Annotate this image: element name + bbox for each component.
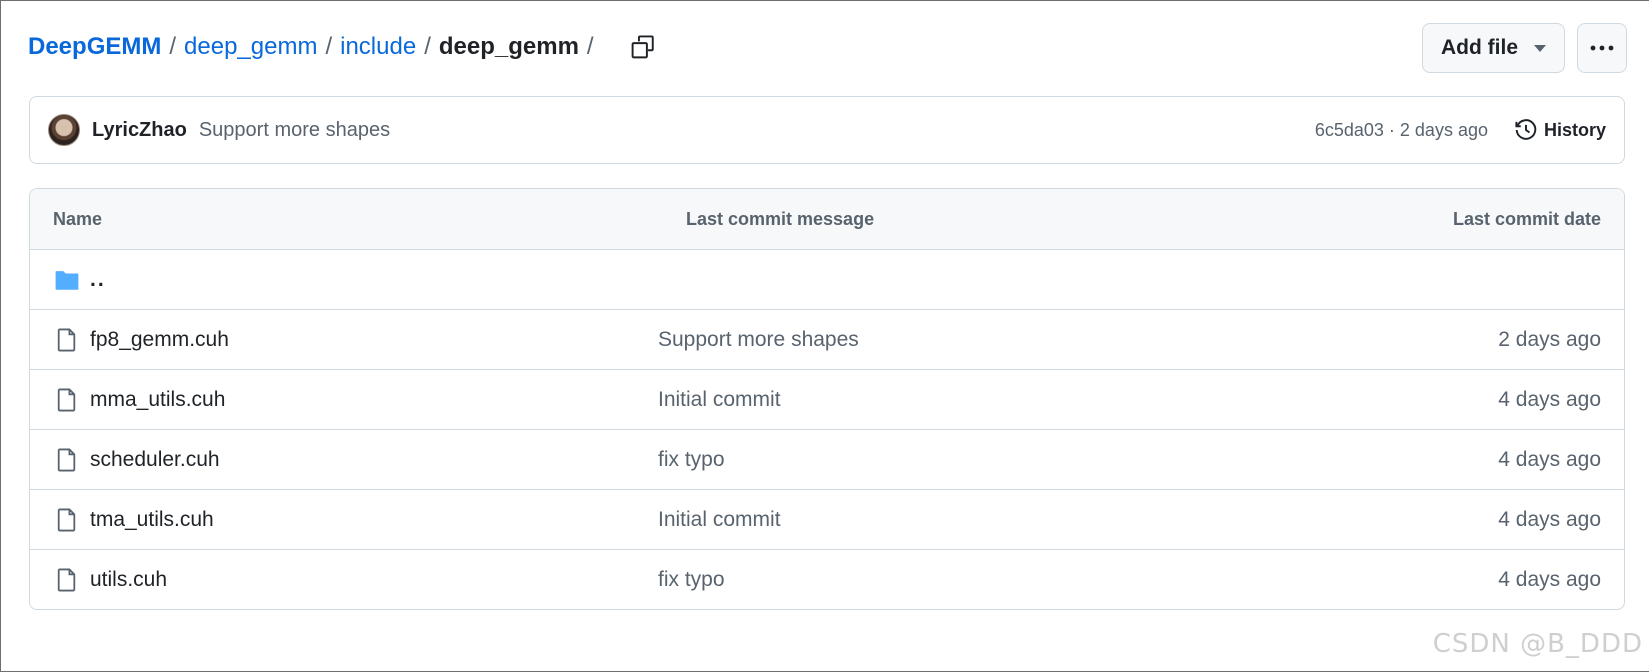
avatar[interactable] [48,114,80,146]
commit-date: 4 days ago [1498,568,1601,591]
file-name-link[interactable]: fp8_gemm.cuh [90,328,229,352]
copy-path-button[interactable] [626,30,660,64]
commit-message-link[interactable]: Initial commit [658,388,781,412]
file-table: Name Last commit message Last commit dat… [29,188,1625,610]
breadcrumb-current: deep_gemm [438,33,579,60]
commit-meta: 6c5da03 · 2 days ago History [1315,118,1606,142]
folder-icon [55,271,79,290]
commit-message-link[interactable]: fix typo [658,448,725,472]
chevron-down-icon [1534,45,1546,52]
history-label: History [1543,119,1606,140]
history-button[interactable]: History [1514,118,1606,142]
table-row[interactable]: scheduler.cuh fix typo 4 days ago [30,430,1624,490]
table-row[interactable]: tma_utils.cuh Initial commit 4 days ago [30,490,1624,550]
commit-message-link[interactable]: fix typo [658,568,725,592]
file-icon [57,448,76,472]
table-row[interactable]: mma_utils.cuh Initial commit 4 days ago [30,370,1624,430]
file-icon [57,328,76,352]
file-name-link[interactable]: utils.cuh [90,568,167,592]
file-name-link[interactable]: tma_utils.cuh [90,508,214,532]
commit-date: 4 days ago [1498,387,1601,411]
latest-commit-bar: LyricZhao Support more shapes 6c5da03 · … [29,96,1625,164]
parent-directory-row[interactable]: .. [30,250,1624,310]
commit-date: 4 days ago [1498,507,1601,531]
commit-date: 2 days ago [1498,327,1601,351]
add-file-button[interactable]: Add file [1422,23,1565,73]
file-icon [57,568,76,592]
table-row[interactable]: fp8_gemm.cuh Support more shapes 2 days … [30,310,1624,370]
history-icon [1515,119,1537,140]
commit-message-link[interactable]: Support more shapes [658,328,859,352]
table-row[interactable]: utils.cuh fix typo 4 days ago [30,550,1624,609]
breadcrumb-separator: / [325,33,333,60]
breadcrumb-deep-gemm-link[interactable]: deep_gemm [184,33,317,61]
commit-meta-separator: · [1383,119,1400,140]
commit-message-link[interactable]: Support more shapes [199,119,390,142]
file-icon [57,388,76,412]
breadcrumb-separator: / [586,33,594,60]
commit-author-link[interactable]: LyricZhao [92,119,187,142]
breadcrumb-separator: / [424,33,431,60]
copy-icon [631,35,654,59]
more-options-button[interactable] [1577,23,1627,73]
column-header-name: Name [53,208,103,229]
page-frame: DeepGEMM / deep_gemm / include / deep_ge… [0,0,1649,672]
kebab-horizontal-icon [1590,45,1614,51]
breadcrumb-include-link[interactable]: include [340,33,416,61]
file-name-link[interactable]: scheduler.cuh [90,448,220,472]
file-name-link[interactable]: mma_utils.cuh [90,388,225,412]
commit-date: 4 days ago [1498,447,1601,471]
commit-time: 2 days ago [1399,119,1488,140]
add-file-label: Add file [1441,36,1518,59]
breadcrumb-separator: / [169,33,177,60]
file-icon [57,508,76,532]
watermark: CSDN @B_DDD [1432,629,1643,659]
parent-directory-link[interactable]: .. [90,268,106,292]
breadcrumb-repo-link[interactable]: DeepGEMM [28,33,161,61]
table-header: Name Last commit message Last commit dat… [30,189,1624,250]
column-header-message: Last commit message [686,208,875,229]
commit-message-link[interactable]: Initial commit [658,508,781,532]
column-header-date: Last commit date [1452,208,1601,229]
commit-hash-link[interactable]: 6c5da03 [1315,120,1384,141]
breadcrumb: DeepGEMM / deep_gemm / include / deep_ge… [28,23,1549,71]
